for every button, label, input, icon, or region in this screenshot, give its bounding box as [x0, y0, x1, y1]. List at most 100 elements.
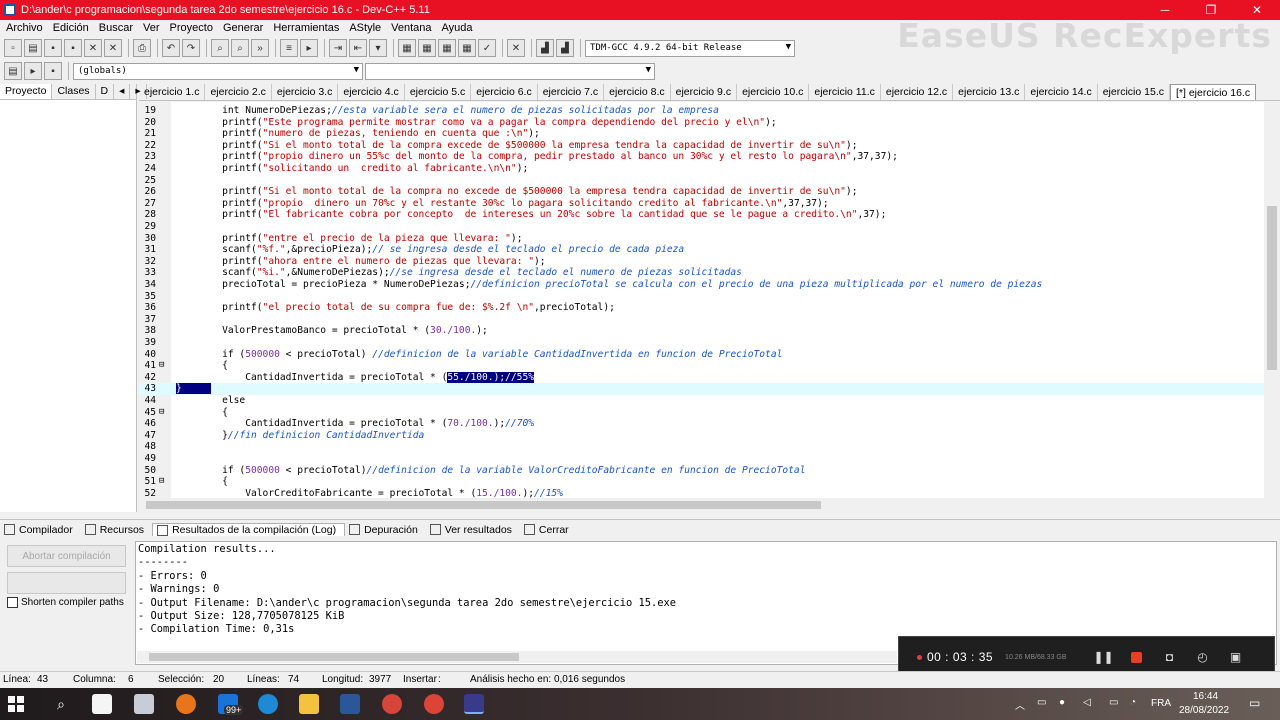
undo-icon[interactable]: ↶	[162, 39, 180, 57]
function-select[interactable]: ▼	[365, 62, 655, 80]
file-tab[interactable]: ejercicio 7.c	[538, 84, 605, 100]
word-icon[interactable]	[340, 694, 360, 714]
menu-ventana[interactable]: Ventana	[385, 22, 435, 34]
tab-ver-resultados[interactable]: Ver resultados	[426, 524, 520, 536]
code-line[interactable]: 27 printf("propio dinero un 70%c y el re…	[139, 198, 1264, 210]
tab-debug[interactable]: D	[96, 84, 115, 99]
code-line[interactable]: 47 }//fin definicion CantidadInvertida	[139, 430, 1264, 442]
tab-scroll-left-icon[interactable]: ◂	[114, 84, 131, 99]
code-line[interactable]: 33 scanf("%i.",&NumeroDePiezas);//se ing…	[139, 267, 1264, 279]
search-icon[interactable]: ⌕	[51, 694, 71, 714]
code-line[interactable]: 46 CantidadInvertida = precioTotal * (70…	[139, 418, 1264, 430]
chrome-icon[interactable]	[382, 694, 402, 714]
insert-icon[interactable]: ▸	[24, 62, 42, 80]
clock-date[interactable]: 28/08/2022	[1179, 705, 1229, 716]
notifications-icon[interactable]: ▭	[1249, 696, 1260, 710]
code-line[interactable]: 22 printf("Si el monto total de la compr…	[139, 140, 1264, 152]
toggle-bookmark-icon[interactable]: ▪	[44, 62, 62, 80]
scroll-thumb[interactable]	[149, 653, 519, 661]
file-tab[interactable]: ejercicio 9.c	[671, 84, 738, 100]
code-line[interactable]: 48	[139, 441, 1264, 453]
file-explorer-icon[interactable]	[299, 694, 319, 714]
menu-ayuda[interactable]: Ayuda	[436, 22, 477, 34]
code-line[interactable]: 21 printf("numero de piezas, teniendo en…	[139, 128, 1264, 140]
code-line[interactable]: 32 printf("ahora entre el numero de piez…	[139, 256, 1264, 268]
search-icon[interactable]: ⌕	[211, 39, 229, 57]
clock-time[interactable]: 16:44	[1193, 691, 1218, 702]
profile-chart-icon[interactable]: ▟	[536, 39, 554, 57]
open-file-icon[interactable]: ▤	[24, 39, 42, 57]
code-line[interactable]: 40 if (500000 < precioTotal) //definicio…	[139, 349, 1264, 361]
bookmark-icon[interactable]: ▸	[300, 39, 318, 57]
code-line[interactable]: 31 scanf("%f.",&precioPieza);// se ingre…	[139, 244, 1264, 256]
code-line[interactable]: 23 printf("propio dinero un 55%c del mon…	[139, 151, 1264, 163]
file-tab[interactable]: ejercicio 14.c	[1025, 84, 1098, 100]
code-line[interactable]: 36 printf("el precio total de su compra …	[139, 302, 1264, 314]
menu-edicion[interactable]: Edición	[47, 22, 93, 34]
scope-select[interactable]: (globals) ▼	[73, 62, 363, 80]
network-icon[interactable]: ▭	[1037, 697, 1046, 708]
compile-icon[interactable]: ▦	[398, 39, 416, 57]
menu-archivo[interactable]: Archivo	[0, 22, 47, 34]
new-file-icon[interactable]: ▫	[4, 39, 22, 57]
fold-toggle-icon[interactable]: ⊟	[159, 360, 169, 370]
new-class-icon[interactable]: ▤	[4, 62, 22, 80]
code-line[interactable]: 39	[139, 337, 1264, 349]
tab-recursos[interactable]: Recursos	[81, 524, 152, 536]
code-line[interactable]: 20 printf("Este programa permite mostrar…	[139, 117, 1264, 129]
compile-run-icon[interactable]: ▦	[438, 39, 456, 57]
mic-icon[interactable]: ●	[1059, 697, 1065, 708]
tab-depuracion[interactable]: Depuración	[345, 524, 426, 536]
store-icon[interactable]	[92, 694, 112, 714]
pause-icon[interactable]: ❚❚	[1093, 650, 1113, 664]
scroll-thumb[interactable]	[1267, 206, 1277, 370]
checkbox-box[interactable]	[7, 597, 18, 608]
menu-herramientas[interactable]: Herramientas	[267, 22, 343, 34]
code-line[interactable]: 50 if (500000 < precioTotal)//definicion…	[139, 465, 1264, 477]
save-icon[interactable]: ▪	[44, 39, 62, 57]
scroll-thumb[interactable]	[146, 501, 821, 509]
menu-buscar[interactable]: Buscar	[93, 22, 137, 34]
file-tab[interactable]: ejercicio 4.c	[338, 84, 405, 100]
abort-compilation-button[interactable]: Abortar compilación	[7, 545, 126, 567]
find-next-icon[interactable]: »	[251, 39, 269, 57]
print-icon[interactable]: ⎙	[133, 39, 151, 57]
code-line[interactable]: 37	[139, 314, 1264, 326]
code-line[interactable]: 44 else	[139, 395, 1264, 407]
log-horizontal-scrollbar[interactable]	[137, 651, 897, 663]
rebuild-icon[interactable]: ▦	[458, 39, 476, 57]
code-line[interactable]: 51 ⊟ {	[139, 476, 1264, 488]
tab-compilador[interactable]: Compilador	[0, 524, 81, 536]
menu-generar[interactable]: Generar	[217, 22, 267, 34]
close-file-icon[interactable]: ✕	[84, 39, 102, 57]
menu-ver[interactable]: Ver	[137, 22, 164, 34]
code-line[interactable]: 25	[139, 175, 1264, 187]
file-tab[interactable]: ejercicio 15.c	[1098, 84, 1170, 100]
windows-start-icon[interactable]	[8, 696, 24, 712]
tab-proyecto[interactable]: Proyecto	[0, 84, 53, 99]
tray-chevron-icon[interactable]: ︿	[1015, 697, 1025, 712]
code-line[interactable]: 38 ValorPrestamoBanco = precioTotal * (3…	[139, 325, 1264, 337]
file-tab[interactable]: ejercicio 6.c	[471, 84, 538, 100]
goto-line-icon[interactable]: ≡	[280, 39, 298, 57]
toggle-comment-icon[interactable]: ▾	[369, 39, 387, 57]
code-editor[interactable]: 19 int NumeroDePiezas;//esta variable se…	[139, 102, 1264, 498]
code-line[interactable]: 30 printf("entre el precio de la pieza q…	[139, 233, 1264, 245]
file-tab[interactable]: ejercicio 11.c	[809, 84, 881, 100]
file-tab[interactable]: ejercicio 13.c	[953, 84, 1026, 100]
code-line[interactable]: 52 ValorCreditoFabricante = precioTotal …	[139, 488, 1264, 498]
code-line[interactable]: 29	[139, 221, 1264, 233]
indent-icon[interactable]: ⇥	[329, 39, 347, 57]
file-tab[interactable]: ejercicio 8.c	[604, 84, 671, 100]
stop-execution-icon[interactable]: ✕	[507, 39, 525, 57]
menu-proyecto[interactable]: Proyecto	[164, 22, 217, 34]
file-tab[interactable]: ejercicio 3.c	[272, 84, 339, 100]
file-tab[interactable]: ejercicio 2.c	[205, 84, 272, 100]
timer-icon[interactable]: ◴	[1196, 650, 1210, 664]
stop-recording-button[interactable]	[1130, 650, 1144, 664]
file-tab-active[interactable]: [*] ejercicio 16.c	[1169, 84, 1257, 100]
code-line[interactable]: 28 printf("El fabricante cobra por conce…	[139, 209, 1264, 221]
delete-profile-icon[interactable]: ▟	[556, 39, 574, 57]
code-line[interactable]: 34 precioTotal = precioPieza * NumeroDeP…	[139, 279, 1264, 291]
menu-astyle[interactable]: AStyle	[343, 22, 385, 34]
